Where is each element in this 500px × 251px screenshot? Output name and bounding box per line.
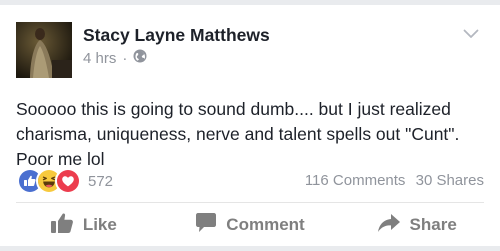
like-label: Like: [82, 215, 117, 234]
share-label: Share: [409, 215, 457, 234]
post-timestamp[interactable]: 4 hrs: [83, 50, 116, 67]
thumbs-up-icon: [50, 212, 74, 239]
love-reaction-icon: [55, 168, 81, 194]
avatar[interactable]: [16, 22, 72, 78]
like-button[interactable]: Like: [0, 212, 167, 239]
meta-separator: ·: [122, 49, 128, 67]
share-arrow-icon: [377, 213, 401, 238]
globe-icon: [133, 49, 147, 67]
comment-icon: [195, 212, 217, 238]
divider: [16, 202, 484, 203]
post-card: Stacy Layne Matthews 4 hrs · Sooooo this…: [0, 5, 500, 246]
chevron-down-icon[interactable]: [463, 27, 479, 39]
reaction-count: 572: [88, 172, 114, 190]
author-name[interactable]: Stacy Layne Matthews: [83, 25, 270, 46]
shares-count[interactable]: 30 Shares: [416, 172, 484, 189]
comment-button[interactable]: Comment: [167, 212, 334, 238]
post-text: Sooooo this is going to sound dumb.... b…: [16, 99, 460, 169]
share-button[interactable]: Share: [333, 213, 500, 238]
reactions-summary[interactable]: 572: [17, 168, 114, 194]
comments-count[interactable]: 116 Comments: [305, 172, 406, 189]
comment-label: Comment: [226, 215, 305, 234]
action-bar: Like Comment Share: [0, 204, 500, 246]
engagement-counts: 116 Comments 30 Shares: [305, 172, 484, 189]
post-meta: 4 hrs ·: [83, 49, 147, 67]
